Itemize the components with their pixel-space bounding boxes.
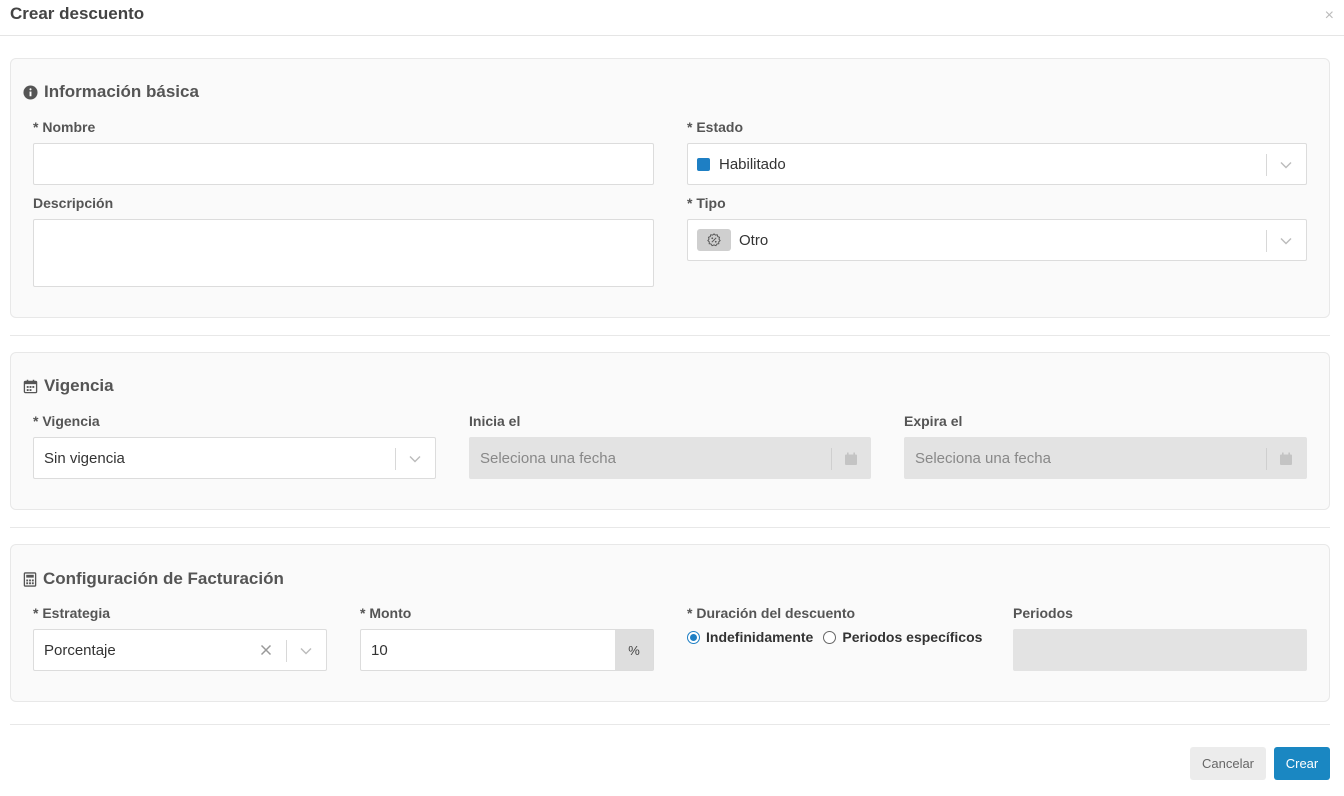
tipo-label: * Tipo (687, 195, 726, 211)
radio-label: Periodos específicos (842, 629, 983, 645)
radio-indefinidamente[interactable]: Indefinidamente (687, 629, 813, 645)
cancel-button[interactable]: Cancelar (1190, 747, 1266, 780)
expira-date-input[interactable]: Seleciona una fecha (904, 437, 1307, 479)
radio-periodos-especificos[interactable]: Periodos específicos (823, 629, 982, 645)
periodos-label: Periodos (1013, 605, 1073, 621)
create-button[interactable]: Crear (1274, 747, 1330, 780)
date-divider (831, 448, 832, 470)
chevron-down-icon[interactable] (299, 644, 313, 658)
duracion-radio-group: Indefinidamente Periodos específicos (687, 629, 992, 645)
close-icon[interactable]: × (1325, 8, 1334, 24)
chevron-down-icon[interactable] (1279, 234, 1293, 248)
date-divider (1266, 448, 1267, 470)
monto-label: * Monto (360, 605, 412, 621)
vigencia-title: Vigencia (44, 376, 114, 395)
calendar-icon (23, 379, 38, 393)
modal-title: Crear descuento (10, 4, 145, 23)
clear-icon[interactable] (260, 644, 272, 656)
select-divider (286, 640, 287, 662)
radio-label: Indefinidamente (706, 629, 814, 645)
calculator-icon (23, 571, 37, 587)
duracion-label: * Duración del descuento (687, 605, 856, 621)
section-divider (10, 724, 1330, 725)
descripcion-label: Descripción (33, 195, 114, 211)
calendar-icon[interactable] (844, 452, 858, 466)
status-color-swatch (697, 158, 710, 171)
vigencia-heading: Vigencia (23, 376, 114, 396)
inicia-date-input[interactable]: Seleciona una fecha (469, 437, 871, 479)
tipo-value: Otro (739, 232, 769, 249)
billing-title: Configuración de Facturación (43, 569, 284, 588)
basic-info-title: Información básica (44, 82, 199, 101)
estrategia-label: * Estrategia (33, 605, 111, 621)
vigencia-label: * Vigencia (33, 413, 100, 429)
periodos-input[interactable] (1013, 629, 1307, 671)
expira-placeholder: Seleciona una fecha (915, 450, 1051, 467)
calendar-icon[interactable] (1279, 452, 1293, 466)
monto-value: 10 (371, 642, 388, 659)
chevron-down-icon[interactable] (408, 452, 422, 466)
vigencia-panel (10, 352, 1330, 510)
estado-label: * Estado (687, 119, 744, 135)
inicia-placeholder: Seleciona una fecha (480, 450, 616, 467)
discount-badge-icon (697, 229, 731, 251)
estado-value: Habilitado (719, 156, 786, 173)
descripcion-textarea[interactable] (33, 219, 654, 287)
estado-select[interactable]: Habilitado (687, 143, 1307, 185)
select-divider (395, 448, 396, 470)
nombre-input[interactable] (33, 143, 654, 185)
radio-button-checked[interactable] (687, 630, 700, 644)
vigencia-value: Sin vigencia (44, 450, 125, 467)
modal-header: Crear descuento × (0, 0, 1344, 36)
billing-heading: Configuración de Facturación (23, 569, 284, 589)
info-icon (23, 84, 38, 100)
nombre-label: * Nombre (33, 119, 96, 135)
percent-addon: % (615, 630, 653, 670)
tipo-select[interactable]: Otro (687, 219, 1307, 261)
chevron-down-icon[interactable] (1279, 158, 1293, 172)
section-divider (10, 527, 1330, 528)
radio-button[interactable] (823, 630, 837, 644)
estrategia-value: Porcentaje (44, 642, 116, 659)
select-divider (1266, 154, 1267, 176)
section-divider (10, 335, 1330, 336)
monto-input[interactable]: 10 % (360, 629, 654, 671)
expira-label: Expira el (904, 413, 963, 429)
estrategia-select[interactable]: Porcentaje (33, 629, 327, 671)
inicia-label: Inicia el (469, 413, 521, 429)
billing-panel (10, 544, 1330, 702)
vigencia-select[interactable]: Sin vigencia (33, 437, 436, 479)
select-divider (1266, 230, 1267, 252)
basic-info-heading: Información básica (23, 82, 199, 102)
